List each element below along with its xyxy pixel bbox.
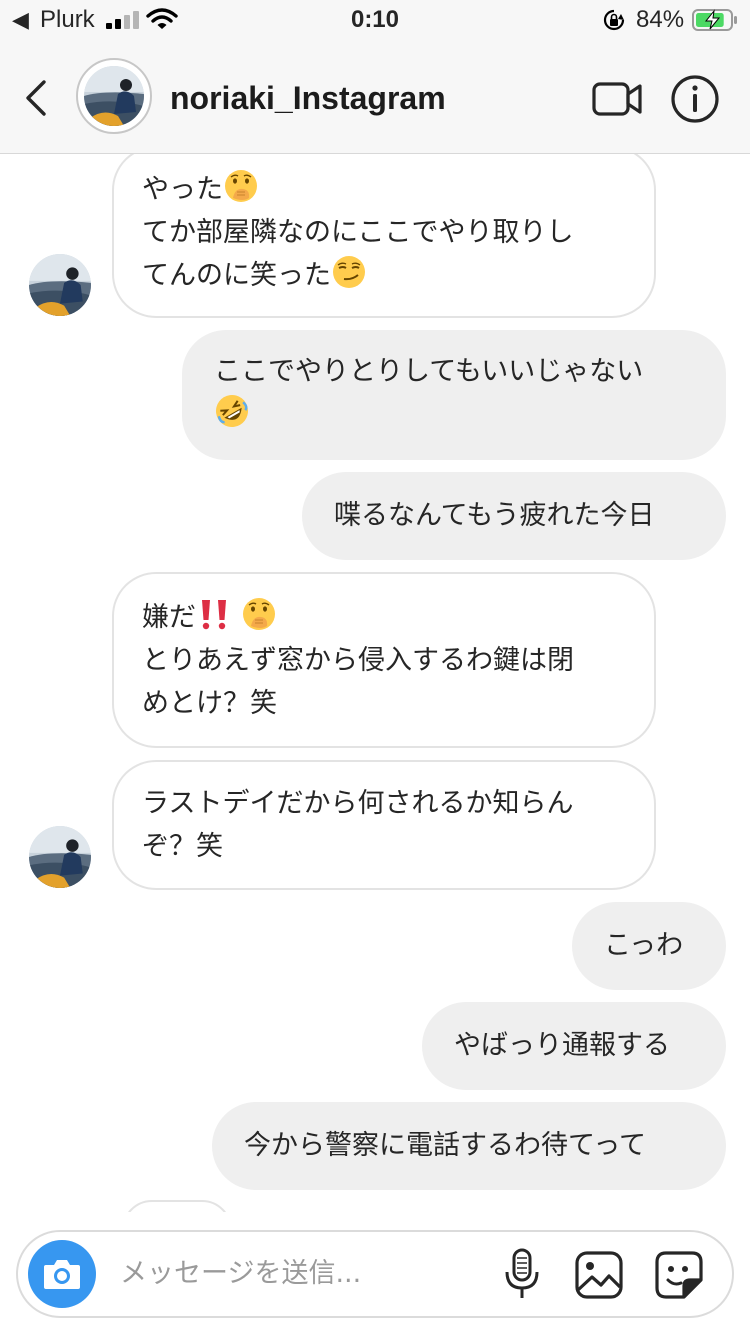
microphone-icon[interactable] [502,1248,542,1302]
avatar-photo [84,66,144,126]
chat-header: noriaki_Instagram [0,40,750,154]
incoming-message[interactable]: ラストデイだから何されるか知らん ぞ？笑 [112,760,656,890]
gallery-icon[interactable] [574,1250,624,1300]
message-input[interactable] [120,1250,480,1298]
face-with-hand-over-mouth-emoji [241,596,277,632]
outgoing-message[interactable]: 喋るなんてもう疲れた今日 [302,472,726,560]
message-text: こっわ [604,930,684,961]
outgoing-message[interactable]: こっわ [572,902,726,990]
double-exclamation-emoji [196,596,232,632]
contact-username[interactable]: noriaki_Instagram [170,78,446,118]
back-chevron-icon[interactable] [22,78,48,118]
rolling-on-the-floor-laughing-emoji [214,393,250,429]
message-text: ここでやりとりしてもいいじゃない [214,356,644,387]
orientation-lock-icon [603,9,625,31]
message-thread[interactable]: やった てか部屋隣なのにここでやり取りし てんのに笑った ここでやりとりしてもい… [0,154,750,1212]
message-text: 喋るなんてもう疲れた今日 [334,500,655,531]
contact-avatar[interactable] [76,58,152,134]
info-icon[interactable] [670,74,720,124]
sender-avatar[interactable] [29,254,91,316]
message-text: やった [142,174,223,205]
message-text: とりあえず窓から侵入するわ鍵は閉 めとけ？笑 [142,645,574,719]
message-text: ラストデイだから何されるか知らん ぞ？笑 [142,788,574,862]
camera-icon [44,1260,80,1289]
message-text: 嫌だ [142,602,196,633]
status-bar: ◀ Plurk 0:10 84% [0,0,750,40]
incoming-message[interactable]: 嫌だ とりあえず窓から侵入するわ鍵は閉 めとけ？笑 [112,572,656,748]
sticker-icon[interactable] [654,1250,704,1300]
smirking-face-emoji [331,254,367,290]
incoming-message-partial[interactable] [122,1200,232,1212]
video-call-icon[interactable] [590,76,644,122]
outgoing-message[interactable]: やばっり通報する [422,1002,726,1090]
battery-percent: 84% [636,6,685,33]
face-with-hand-over-mouth-emoji [223,168,259,204]
sender-avatar[interactable] [29,826,91,888]
message-text: やばっり通報する [454,1030,670,1061]
outgoing-message[interactable]: 今から警察に電話するわ待てって [212,1102,726,1190]
outgoing-message[interactable]: ここでやりとりしてもいいじゃない [182,330,726,460]
message-text: 今から警察に電話するわ待てって [244,1130,647,1161]
camera-button[interactable] [28,1240,96,1308]
incoming-message[interactable]: やった てか部屋隣なのにここでやり取りし てんのに笑った [112,154,656,318]
battery-charging-icon [692,9,737,31]
message-composer [16,1230,734,1318]
